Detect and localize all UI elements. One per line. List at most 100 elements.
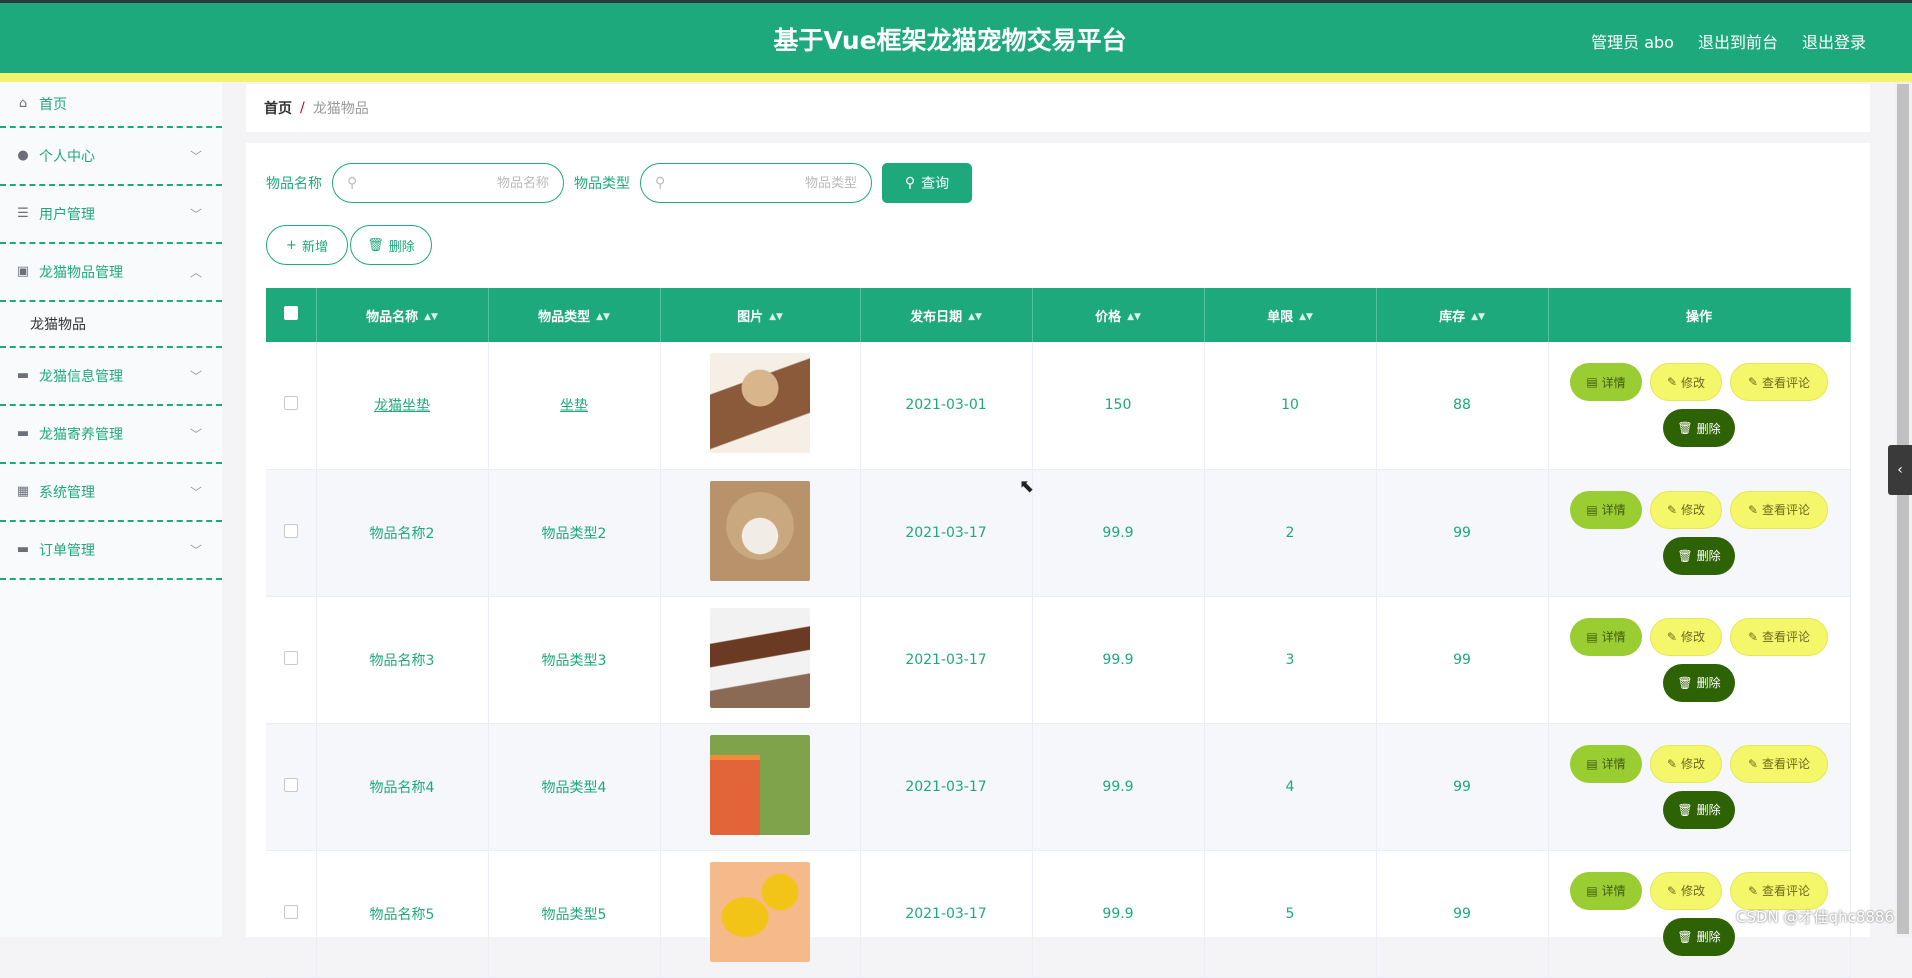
item-image-cell xyxy=(660,850,860,977)
ops-cell: ▤详情 ✎修改 ✎查看评论 🗑删除 xyxy=(1548,596,1850,723)
list-icon: ☰ xyxy=(16,207,30,221)
publish-date: 2021-03-17 xyxy=(860,596,1032,723)
edit-button[interactable]: ✎修改 xyxy=(1650,363,1722,401)
delete-button[interactable]: 🗑删除 xyxy=(1663,409,1735,447)
row-checkbox[interactable] xyxy=(284,651,298,665)
delete-button[interactable]: 🗑删除 xyxy=(1663,537,1735,575)
table-row: 物品名称2 物品类型2 2021-03-17 99.9 2 99 ▤详情 ✎修改… xyxy=(266,469,1850,596)
sidebar-item-order-management[interactable]: ▬ 订单管理 ﹀ xyxy=(0,522,222,580)
column-header[interactable]: 图片▲▼ xyxy=(660,288,860,342)
sort-icon[interactable]: ▲▼ xyxy=(596,312,610,322)
sidebar-item-personal-center[interactable]: ● 个人中心 ﹀ xyxy=(0,128,222,186)
column-header[interactable]: 物品类型▲▼ xyxy=(488,288,660,342)
chevron-down-icon: ﹀ xyxy=(190,542,202,559)
item-image-cell xyxy=(660,596,860,723)
scrollbar-thumb[interactable] xyxy=(1897,84,1909,934)
row-checkbox[interactable] xyxy=(284,778,298,792)
item-name[interactable]: 龙猫坐垫 xyxy=(374,398,430,414)
item-type-input-wrap[interactable]: ⚲ xyxy=(640,163,872,203)
breadcrumb-home[interactable]: 首页 xyxy=(264,98,292,118)
view-reviews-button[interactable]: ✎查看评论 xyxy=(1730,363,1828,401)
sidebar-item-home[interactable]: ⌂ 首页 xyxy=(0,82,222,128)
chevron-down-icon: ﹀ xyxy=(190,148,202,165)
detail-button[interactable]: ▤详情 xyxy=(1570,491,1642,529)
batch-delete-button[interactable]: 🗑 删除 xyxy=(350,225,432,265)
purchase-limit: 4 xyxy=(1204,723,1376,850)
item-type-input[interactable] xyxy=(665,176,857,191)
view-reviews-button[interactable]: ✎查看评论 xyxy=(1730,872,1828,910)
query-button-label: 查询 xyxy=(921,173,949,193)
item-type: 物品类型4 xyxy=(542,780,607,796)
sort-icon[interactable]: ▲▼ xyxy=(1127,312,1141,322)
logout-link[interactable]: 退出登录 xyxy=(1802,29,1866,53)
header-actions: 管理员 abo 退出到前台 退出登录 xyxy=(1591,29,1866,53)
item-type[interactable]: 坐垫 xyxy=(560,398,588,414)
delete-button[interactable]: 🗑删除 xyxy=(1663,791,1735,829)
sort-icon[interactable]: ▲▼ xyxy=(1299,312,1313,322)
column-header[interactable]: 库存▲▼ xyxy=(1376,288,1548,342)
price: 150 xyxy=(1032,342,1204,469)
item-name-input[interactable] xyxy=(357,176,549,191)
sidebar-item-info-management[interactable]: ▬ 龙猫信息管理 ﹀ xyxy=(0,348,222,406)
sort-icon[interactable]: ▲▼ xyxy=(1471,312,1485,322)
detail-button[interactable]: ▤详情 xyxy=(1570,363,1642,401)
document-icon: ▤ xyxy=(1586,503,1597,517)
item-name-cell: 龙猫坐垫 xyxy=(316,342,488,469)
add-button[interactable]: + 新增 xyxy=(266,225,348,265)
select-all-header xyxy=(266,288,316,342)
pet-tent-photo[interactable] xyxy=(710,735,810,835)
sidebar-item-label: 龙猫物品管理 xyxy=(39,262,123,282)
grid-icon: ▦ xyxy=(16,485,30,499)
sort-icon[interactable]: ▲▼ xyxy=(769,312,783,322)
column-header[interactable]: 发布日期▲▼ xyxy=(860,288,1032,342)
column-header[interactable]: 物品名称▲▼ xyxy=(316,288,488,342)
sort-icon[interactable]: ▲▼ xyxy=(968,312,982,322)
exit-to-front-link[interactable]: 退出到前台 xyxy=(1698,29,1778,53)
sidebar-item-item-management[interactable]: ▣ 龙猫物品管理 ︿ xyxy=(0,244,222,302)
row-select-cell xyxy=(266,596,316,723)
sidebar-subitem-items[interactable]: 龙猫物品 xyxy=(0,302,222,348)
table-row: 物品名称5 物品类型5 2021-03-17 99.9 5 99 ▤详情 ✎修改… xyxy=(266,850,1850,977)
column-header[interactable]: 单限▲▼ xyxy=(1204,288,1376,342)
rubber-chicken-photo[interactable] xyxy=(710,862,810,962)
printer-icon: ▬ xyxy=(16,543,30,557)
table-header-row: 物品名称▲▼ 物品类型▲▼ 图片▲▼ 发布日期▲▼ 价格▲▼ 单限▲▼ 库存▲▼… xyxy=(266,288,1850,342)
sidebar-item-boarding-management[interactable]: ▬ 龙猫寄养管理 ﹀ xyxy=(0,406,222,464)
batch-delete-label: 删除 xyxy=(389,236,415,255)
collar-photo[interactable] xyxy=(710,608,810,708)
delete-button[interactable]: 🗑删除 xyxy=(1663,664,1735,702)
detail-button[interactable]: ▤详情 xyxy=(1570,618,1642,656)
dog-in-hoodie-photo[interactable] xyxy=(710,481,810,581)
sort-icon[interactable]: ▲▼ xyxy=(424,312,438,322)
row-checkbox[interactable] xyxy=(284,524,298,538)
column-header[interactable]: 价格▲▼ xyxy=(1032,288,1204,342)
edit-button[interactable]: ✎修改 xyxy=(1650,745,1722,783)
watermark: CSDN @才佳qhc8886 xyxy=(1736,906,1894,927)
sidebar-item-system-management[interactable]: ▦ 系统管理 ﹀ xyxy=(0,464,222,522)
item-name-input-wrap[interactable]: ⚲ xyxy=(332,163,564,203)
edit-button[interactable]: ✎修改 xyxy=(1650,872,1722,910)
view-reviews-button[interactable]: ✎查看评论 xyxy=(1730,618,1828,656)
ops-cell: ▤详情 ✎修改 ✎查看评论 🗑删除 xyxy=(1548,342,1850,469)
ops-cell: ▤详情 ✎修改 ✎查看评论 🗑删除 xyxy=(1548,469,1850,596)
row-checkbox[interactable] xyxy=(284,396,298,410)
page-scrollbar[interactable] xyxy=(1895,82,1912,937)
price: 99.9 xyxy=(1032,723,1204,850)
detail-button[interactable]: ▤详情 xyxy=(1570,745,1642,783)
search-bar: 物品名称 ⚲ 物品类型 ⚲ ⚲ 查询 xyxy=(266,163,972,203)
row-checkbox[interactable] xyxy=(284,905,298,919)
edit-button[interactable]: ✎修改 xyxy=(1650,491,1722,529)
view-reviews-button[interactable]: ✎查看评论 xyxy=(1730,491,1828,529)
query-button[interactable]: ⚲ 查询 xyxy=(882,163,972,203)
document-icon: ▤ xyxy=(1586,630,1597,644)
item-type-cell: 物品类型3 xyxy=(488,596,660,723)
collapse-panel-tab[interactable]: ‹ xyxy=(1888,445,1912,495)
sidebar-item-user-management[interactable]: ☰ 用户管理 ﹀ xyxy=(0,186,222,244)
detail-button[interactable]: ▤详情 xyxy=(1570,872,1642,910)
item-image-cell xyxy=(660,469,860,596)
pet-bed-photo[interactable] xyxy=(710,353,810,453)
breadcrumb-separator: / xyxy=(300,100,305,116)
view-reviews-button[interactable]: ✎查看评论 xyxy=(1730,745,1828,783)
edit-button[interactable]: ✎修改 xyxy=(1650,618,1722,656)
select-all-checkbox[interactable] xyxy=(284,306,298,320)
